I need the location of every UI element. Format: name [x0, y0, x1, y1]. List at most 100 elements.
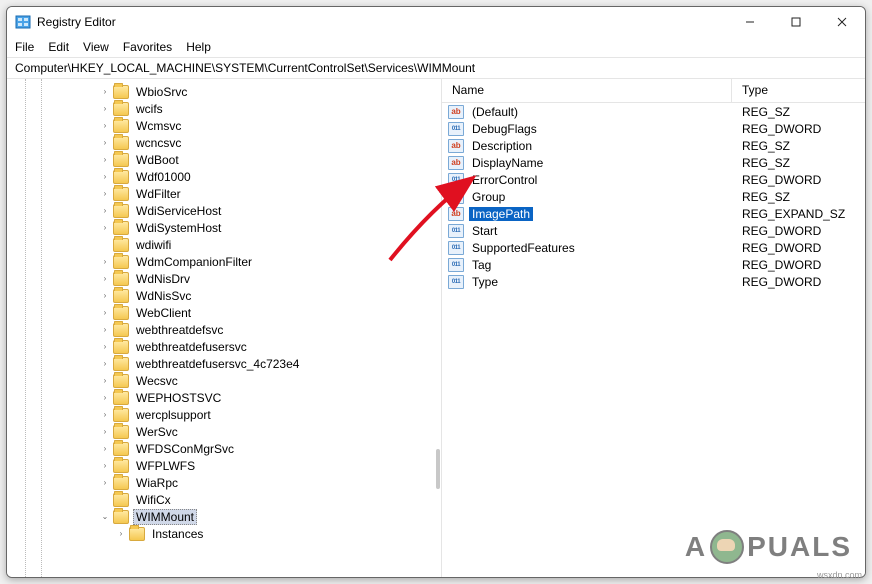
address-bar[interactable]: Computer\HKEY_LOCAL_MACHINE\SYSTEM\Curre…	[7, 57, 865, 79]
tree-item[interactable]: WifiCx	[7, 491, 441, 508]
tree-item[interactable]: ›wercplsupport	[7, 406, 441, 423]
tree-item-label: wcifs	[133, 102, 166, 116]
tree-item[interactable]: ›Wecsvc	[7, 372, 441, 389]
chevron-right-icon[interactable]: ›	[99, 155, 111, 164]
tree-item[interactable]: ›Wdf01000	[7, 168, 441, 185]
tree-item[interactable]: ›WEPHOSTSVC	[7, 389, 441, 406]
value-row[interactable]: 011StartREG_DWORD	[442, 222, 865, 239]
tree-item-label: WdmCompanionFilter	[133, 255, 255, 269]
value-row[interactable]: 011SupportedFeaturesREG_DWORD	[442, 239, 865, 256]
value-name: SupportedFeatures	[469, 241, 578, 255]
tree-item[interactable]: ⌄WIMMount	[7, 508, 441, 525]
maximize-button[interactable]	[773, 7, 819, 37]
tree-item[interactable]: ›Wcmsvc	[7, 117, 441, 134]
chevron-right-icon[interactable]: ›	[99, 376, 111, 385]
minimize-button[interactable]	[727, 7, 773, 37]
tree-item[interactable]: › WerSvc	[7, 423, 441, 440]
tree-item[interactable]: ›Instances	[7, 525, 441, 542]
tree-item[interactable]: ›webthreatdefsvc	[7, 321, 441, 338]
binary-value-icon: 011	[448, 241, 464, 255]
chevron-right-icon[interactable]: ›	[99, 104, 111, 113]
chevron-right-icon[interactable]: ›	[99, 87, 111, 96]
tree-item[interactable]: ›WbioSrvc	[7, 83, 441, 100]
chevron-right-icon[interactable]: ›	[99, 478, 111, 487]
chevron-right-icon[interactable]: ›	[99, 206, 111, 215]
tree-item-label: wcncsvc	[133, 136, 184, 150]
tree-item[interactable]: ›WFDSConMgrSvc	[7, 440, 441, 457]
chevron-right-icon[interactable]: ›	[99, 325, 111, 334]
chevron-right-icon[interactable]: ›	[99, 223, 111, 232]
tree-item[interactable]: ›WdiSystemHost	[7, 219, 441, 236]
chevron-right-icon[interactable]: ›	[99, 189, 111, 198]
menu-file[interactable]: File	[15, 40, 34, 54]
value-row[interactable]: abDescriptionREG_SZ	[442, 137, 865, 154]
chevron-right-icon[interactable]: ›	[99, 172, 111, 181]
tree-item-label: WFPLWFS	[133, 459, 198, 473]
tree-item[interactable]: wdiwifi	[7, 236, 441, 253]
tree-item[interactable]: ›WdBoot	[7, 151, 441, 168]
value-row[interactable]: abDisplayNameREG_SZ	[442, 154, 865, 171]
folder-icon	[113, 272, 129, 286]
folder-icon	[113, 221, 129, 235]
tree-pane[interactable]: ›WbioSrvc›wcifs›Wcmsvc›wcncsvc›WdBoot›Wd…	[7, 79, 442, 577]
chevron-right-icon[interactable]: ›	[99, 393, 111, 402]
chevron-right-icon[interactable]: ›	[99, 121, 111, 130]
tree-item[interactable]: ›webthreatdefusersvc	[7, 338, 441, 355]
menu-favorites[interactable]: Favorites	[123, 40, 172, 54]
tree-item[interactable]: ›WdNisSvc	[7, 287, 441, 304]
folder-icon	[113, 136, 129, 150]
tree-item[interactable]: ›WdFilter	[7, 185, 441, 202]
tree-item[interactable]: › WdmCompanionFilter	[7, 253, 441, 270]
value-row[interactable]: abImagePathREG_EXPAND_SZ	[442, 205, 865, 222]
values-list[interactable]: ab(Default)REG_SZ011DebugFlagsREG_DWORDa…	[442, 103, 865, 577]
titlebar[interactable]: Registry Editor	[7, 7, 865, 37]
folder-icon	[113, 102, 129, 116]
tree-item[interactable]: ›WdiServiceHost	[7, 202, 441, 219]
value-row[interactable]: ab(Default)REG_SZ	[442, 103, 865, 120]
folder-icon	[113, 153, 129, 167]
values-pane: Name Type ab(Default)REG_SZ011DebugFlags…	[442, 79, 865, 577]
value-row[interactable]: abGroupREG_SZ	[442, 188, 865, 205]
list-header[interactable]: Name Type	[442, 79, 865, 103]
watermark-pre: A	[685, 531, 707, 563]
menu-view[interactable]: View	[83, 40, 109, 54]
chevron-right-icon[interactable]: ›	[99, 359, 111, 368]
column-name[interactable]: Name	[442, 79, 732, 102]
chevron-right-icon[interactable]: ›	[99, 138, 111, 147]
menu-edit[interactable]: Edit	[48, 40, 69, 54]
tree-item-label: WerSvc	[133, 425, 181, 439]
chevron-right-icon[interactable]: ›	[99, 291, 111, 300]
column-type[interactable]: Type	[732, 79, 865, 102]
chevron-right-icon[interactable]: ›	[99, 427, 111, 436]
value-name: Description	[469, 139, 535, 153]
tree-item[interactable]: ›WdNisDrv	[7, 270, 441, 287]
chevron-right-icon[interactable]: ›	[99, 461, 111, 470]
menu-help[interactable]: Help	[186, 40, 211, 54]
folder-icon	[113, 340, 129, 354]
close-button[interactable]	[819, 7, 865, 37]
chevron-right-icon[interactable]: ›	[99, 257, 111, 266]
tree-item[interactable]: ›WebClient	[7, 304, 441, 321]
chevron-down-icon[interactable]: ⌄	[99, 512, 111, 521]
folder-icon	[113, 357, 129, 371]
tree-item[interactable]: › wcifs	[7, 100, 441, 117]
tree-item[interactable]: ›webthreatdefusersvc_4c723e4	[7, 355, 441, 372]
chevron-right-icon[interactable]: ›	[115, 529, 127, 538]
value-name: ImagePath	[469, 207, 533, 221]
value-row[interactable]: 011TagREG_DWORD	[442, 256, 865, 273]
folder-icon	[113, 187, 129, 201]
chevron-right-icon[interactable]: ›	[99, 308, 111, 317]
value-row[interactable]: 011TypeREG_DWORD	[442, 273, 865, 290]
value-row[interactable]: 011ErrorControlREG_DWORD	[442, 171, 865, 188]
tree-item[interactable]: › WFPLWFS	[7, 457, 441, 474]
tree-item[interactable]: ›WiaRpc	[7, 474, 441, 491]
value-type: REG_SZ	[732, 156, 865, 170]
value-row[interactable]: 011DebugFlagsREG_DWORD	[442, 120, 865, 137]
tree-item[interactable]: › wcncsvc	[7, 134, 441, 151]
chevron-right-icon[interactable]: ›	[99, 274, 111, 283]
chevron-right-icon[interactable]: ›	[99, 410, 111, 419]
splitter-handle[interactable]	[436, 449, 440, 489]
folder-icon	[113, 255, 129, 269]
chevron-right-icon[interactable]: ›	[99, 342, 111, 351]
chevron-right-icon[interactable]: ›	[99, 444, 111, 453]
